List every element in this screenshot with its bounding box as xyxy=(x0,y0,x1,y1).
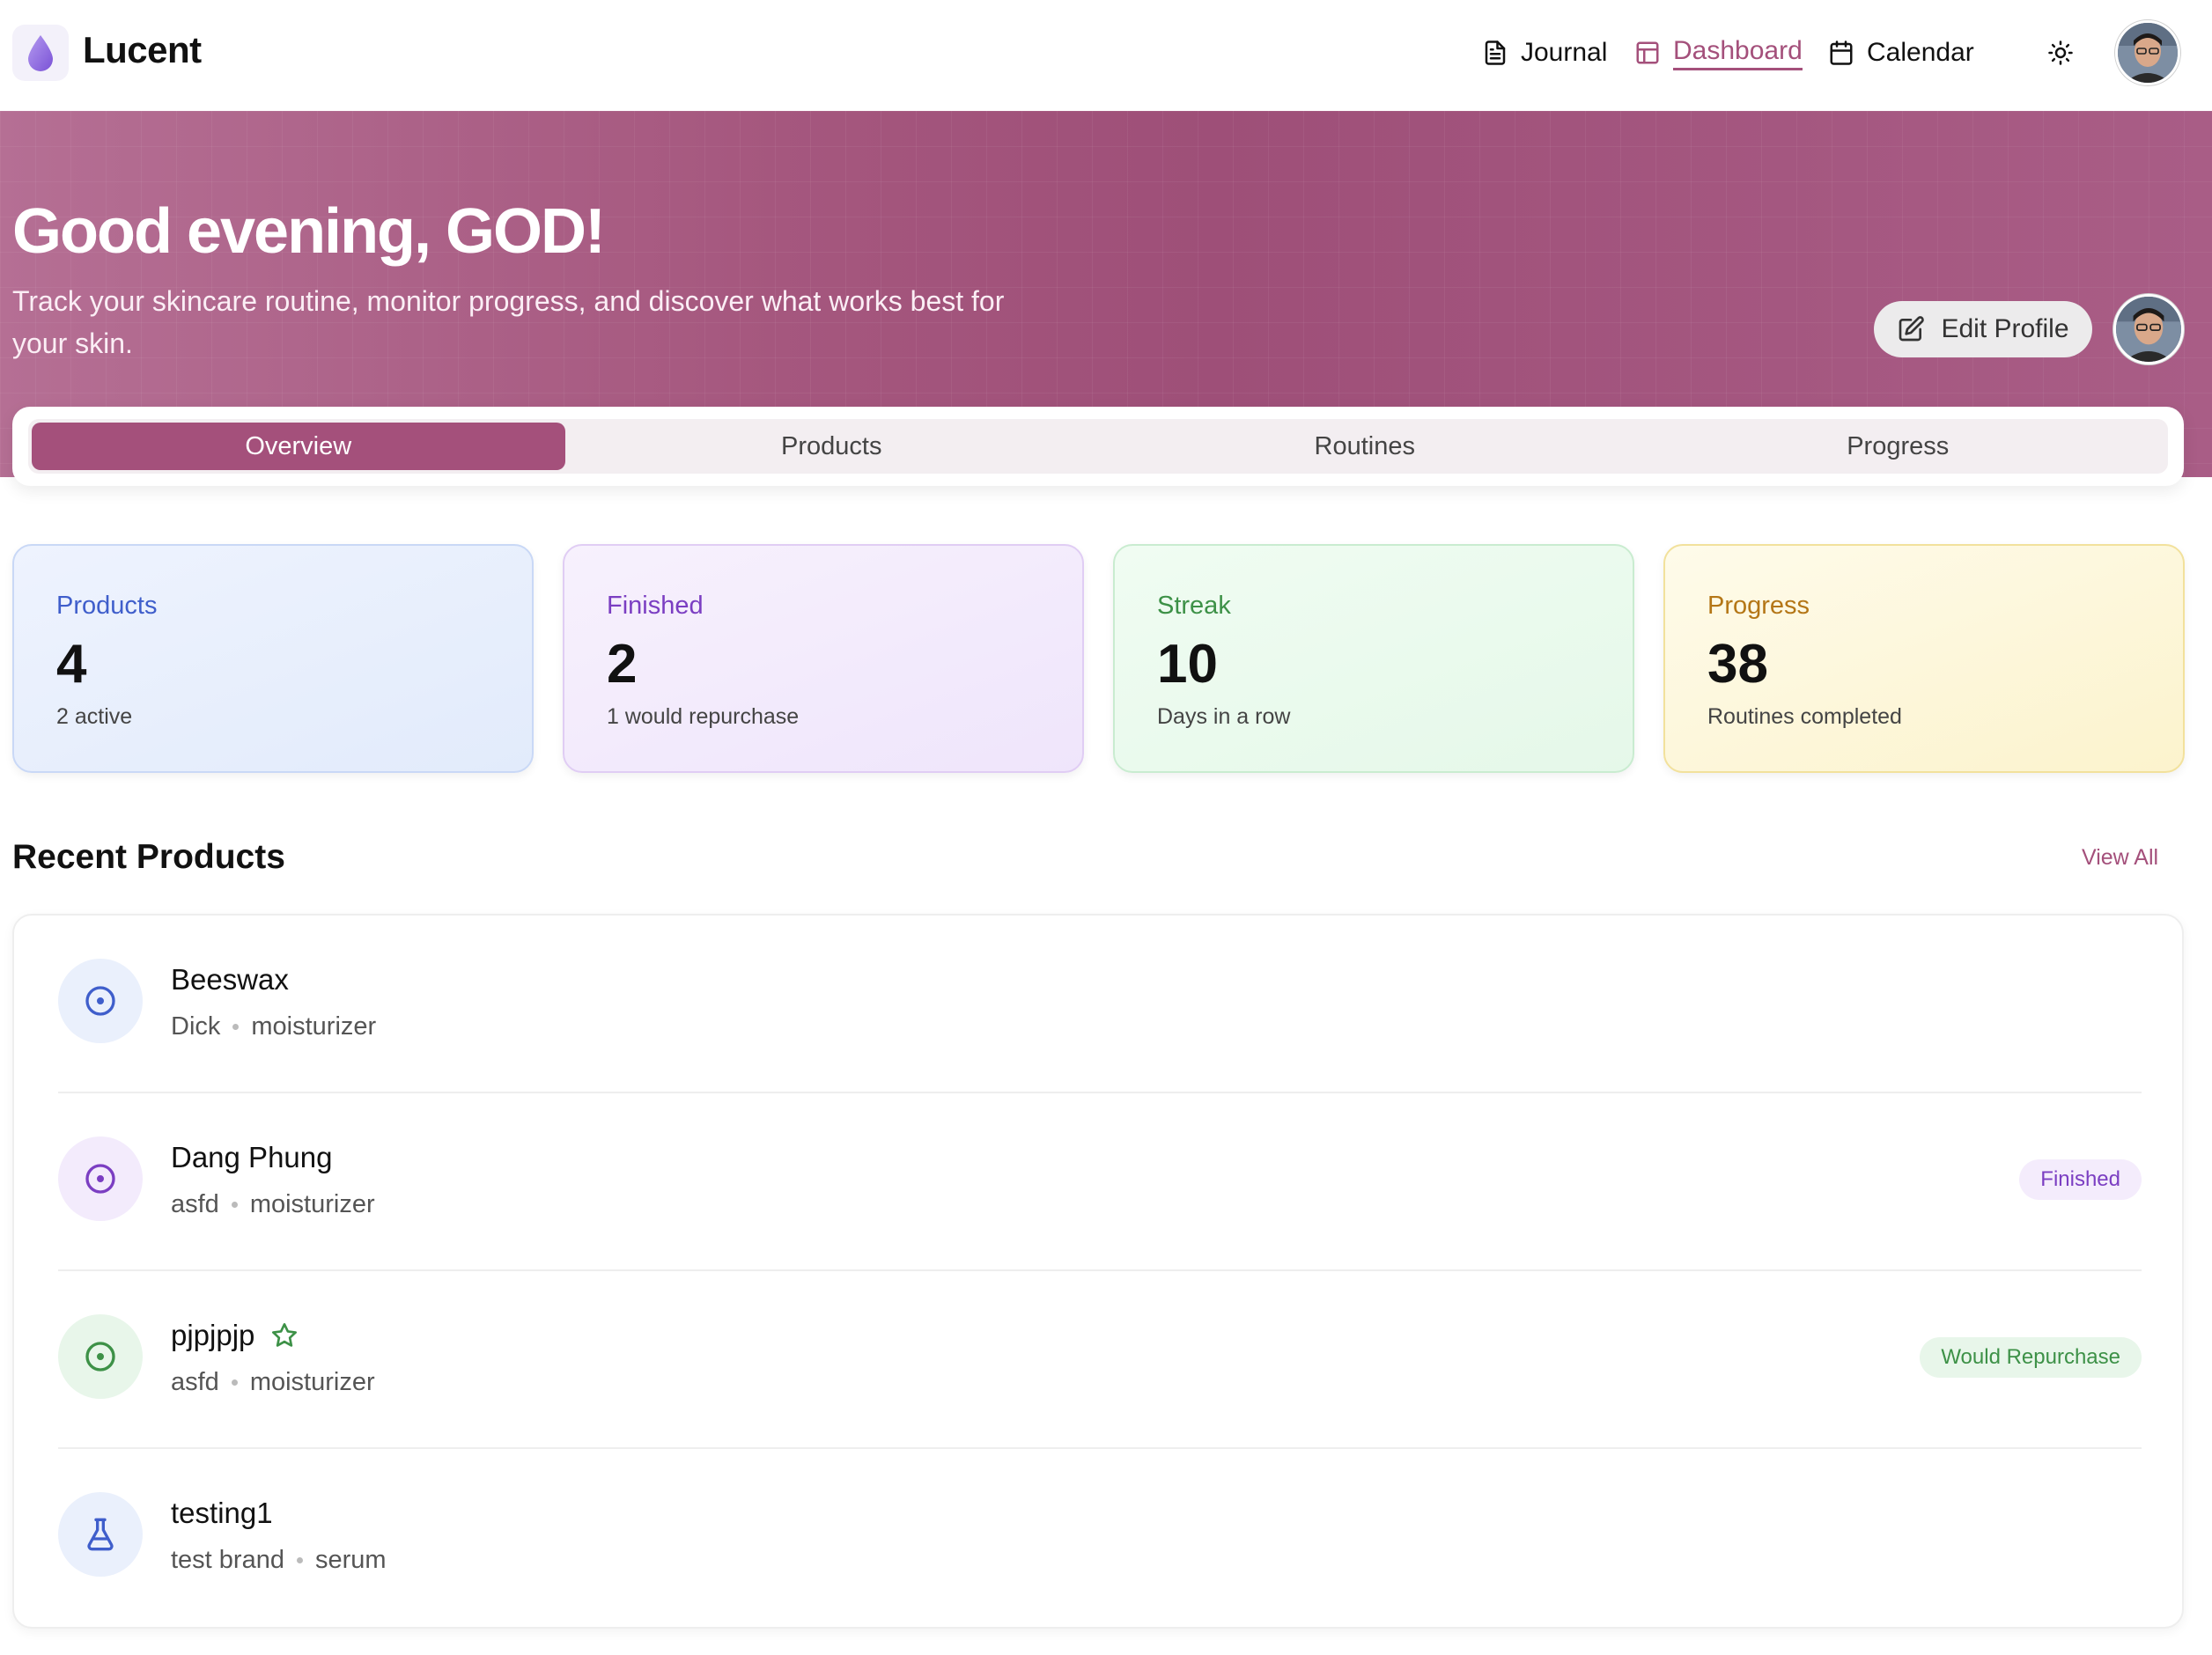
separator-dot xyxy=(232,1024,240,1030)
product-category: moisturizer xyxy=(249,1368,375,1396)
product-name-wrap: testing1 xyxy=(171,1497,273,1530)
user-avatar[interactable] xyxy=(2115,20,2180,85)
separator-dot xyxy=(296,1557,303,1563)
target-icon xyxy=(58,1314,143,1399)
tab-routines[interactable]: Routines xyxy=(1098,423,1632,470)
product-category: serum xyxy=(314,1546,387,1574)
profile-avatar[interactable] xyxy=(2113,294,2184,364)
nav-calendar[interactable]: Calendar xyxy=(1828,33,1974,72)
target-icon xyxy=(58,1136,143,1221)
product-name: Dang Phung xyxy=(171,1141,333,1173)
target-icon xyxy=(58,959,143,1043)
product-brand: asfd xyxy=(171,1190,219,1218)
stat-subtext: 2 active xyxy=(56,704,133,729)
tab-overview[interactable]: Overview xyxy=(32,423,565,470)
products-stat-card[interactable]: Products 4 2 active xyxy=(12,544,534,773)
separator-dot xyxy=(231,1202,238,1208)
stat-label: Finished xyxy=(607,592,704,620)
top-navigation: Lucent Journal Dashboard Calendar xyxy=(0,0,2212,111)
edit-profile-label: Edit Profile xyxy=(1941,314,2069,343)
tab-progress[interactable]: Progress xyxy=(1632,423,2165,470)
finished-badge: Finished xyxy=(2019,1159,2142,1200)
product-name-wrap: Dang Phung xyxy=(171,1141,332,1174)
stat-value: 4 xyxy=(56,634,87,695)
product-name: pjpjpjp xyxy=(171,1319,255,1351)
product-category: moisturizer xyxy=(251,1012,377,1041)
view-all-link[interactable]: View All xyxy=(2082,845,2158,871)
product-name-wrap: Beeswax xyxy=(171,963,289,997)
separator-dot xyxy=(231,1379,238,1386)
document-icon xyxy=(1485,40,1506,65)
product-brand: test brand xyxy=(171,1546,284,1574)
sun-icon xyxy=(2048,40,2073,65)
flask-icon xyxy=(58,1492,143,1577)
stat-label: Products xyxy=(56,592,158,620)
stat-value: 2 xyxy=(607,634,638,695)
edit-profile-button[interactable]: Edit Profile xyxy=(1874,301,2092,357)
nav-dashboard-label: Dashboard xyxy=(1673,36,1803,70)
product-category: moisturizer xyxy=(249,1190,375,1218)
streak-stat-card[interactable]: Streak 10 Days in a row xyxy=(1113,544,1634,773)
product-row[interactable]: Dang Phung asfd moisturizer Finished xyxy=(58,1093,2142,1271)
stat-subtext: Routines completed xyxy=(1707,704,1902,729)
recent-products-list: Beeswax Dick moisturizer Dang Phung asfd… xyxy=(12,914,2184,1629)
nav-journal-label: Journal xyxy=(1521,38,1608,67)
recent-products-heading: Recent Products xyxy=(12,838,285,876)
lucent-logo-icon[interactable] xyxy=(12,25,69,81)
theme-toggle-button[interactable] xyxy=(2043,35,2078,70)
product-meta: test brand serum xyxy=(171,1546,387,1575)
tab-products[interactable]: Products xyxy=(565,423,1099,470)
nav-dashboard[interactable]: Dashboard xyxy=(1634,33,1803,72)
product-brand: asfd xyxy=(171,1368,219,1396)
nav-journal[interactable]: Journal xyxy=(1482,33,1607,72)
welcome-subtitle: Track your skincare routine, monitor pro… xyxy=(12,285,1005,359)
product-meta: Dick moisturizer xyxy=(171,1012,376,1041)
product-name: testing1 xyxy=(171,1497,273,1529)
calendar-icon xyxy=(1830,40,1853,65)
progress-stat-card[interactable]: Progress 38 Routines completed xyxy=(1663,544,2185,773)
stat-subtext: Days in a row xyxy=(1157,704,1291,729)
product-brand: Dick xyxy=(171,1012,221,1041)
stat-label: Streak xyxy=(1157,592,1231,620)
stat-label: Progress xyxy=(1707,592,1810,620)
star-icon[interactable] xyxy=(270,1321,299,1350)
edit-icon xyxy=(1899,316,1925,342)
would-repurchase-badge: Would Repurchase xyxy=(1920,1337,2142,1378)
stat-value: 10 xyxy=(1157,634,1218,695)
product-row[interactable]: Beeswax Dick moisturizer xyxy=(58,916,2142,1093)
app-name[interactable]: Lucent xyxy=(83,29,202,71)
nav-calendar-label: Calendar xyxy=(1867,38,1974,67)
dashboard-tabs: Overview Products Routines Progress xyxy=(12,407,2184,486)
finished-stat-card[interactable]: Finished 2 1 would repurchase xyxy=(563,544,1084,773)
product-meta: asfd moisturizer xyxy=(171,1368,375,1397)
stat-value: 38 xyxy=(1707,634,1768,695)
product-name: Beeswax xyxy=(171,963,289,996)
product-row[interactable]: pjpjpjp asfd moisturizer Would Repurchas… xyxy=(58,1271,2142,1449)
product-meta: asfd moisturizer xyxy=(171,1190,375,1219)
tab-list: Overview Products Routines Progress xyxy=(28,419,2168,474)
product-row[interactable]: testing1 test brand serum xyxy=(58,1449,2142,1627)
stat-subtext: 1 would repurchase xyxy=(607,704,800,729)
greeting-heading: Good evening, GOD! xyxy=(12,196,606,267)
layout-icon xyxy=(1636,41,1659,64)
product-name-wrap: pjpjpjp xyxy=(171,1319,299,1352)
